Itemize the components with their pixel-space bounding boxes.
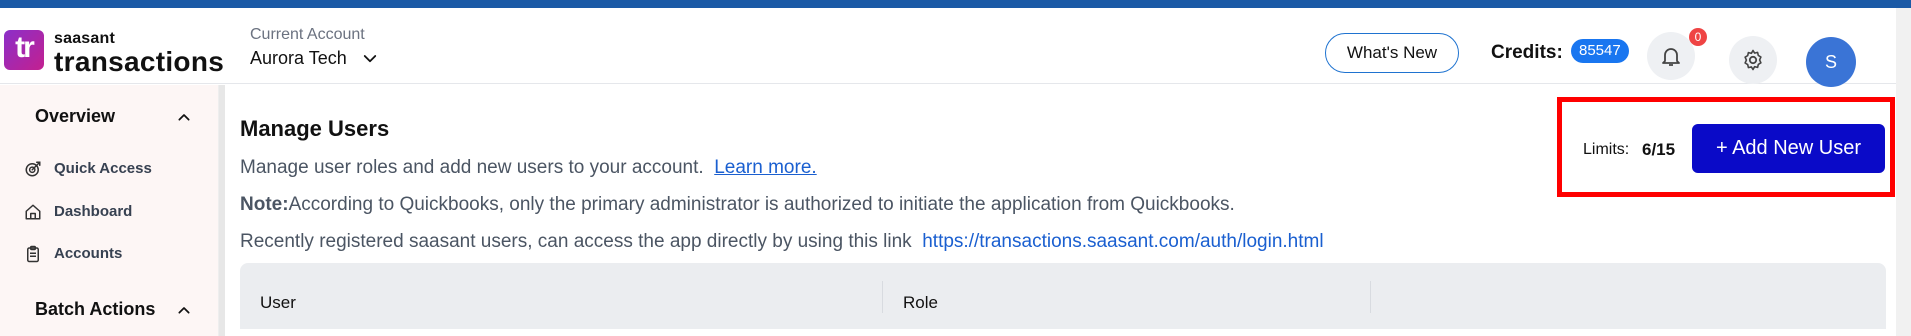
bell-icon <box>1662 48 1680 66</box>
column-header-role[interactable]: Role <box>903 293 938 313</box>
page-title: Manage Users <box>240 116 390 141</box>
page-scrollbar[interactable] <box>1896 8 1911 336</box>
table-body-start <box>240 329 1886 336</box>
sidebar-item-label: Accounts <box>54 245 123 262</box>
settings-button[interactable] <box>1729 36 1777 84</box>
recent-users-text: Recently registered saasant users, can a… <box>240 231 912 252</box>
note-text: According to Quickbooks, only the primar… <box>288 194 1235 215</box>
column-divider <box>882 281 883 313</box>
add-new-user-button[interactable]: + Add New User <box>1692 124 1885 173</box>
description-text: Manage user roles and add new users to y… <box>240 157 704 178</box>
logo-mark: tr <box>4 30 44 70</box>
sidebar-section-batch-actions[interactable]: Batch Actions <box>35 299 155 320</box>
recent-users-line: Recently registered saasant users, can a… <box>240 231 1324 253</box>
note-label: Note: <box>240 194 289 215</box>
column-divider <box>1370 281 1371 313</box>
learn-more-link[interactable]: Learn more. <box>714 157 816 178</box>
sidebar-scrollbar[interactable] <box>219 85 225 336</box>
credits-badge: 85547 <box>1571 39 1629 63</box>
notification-count-badge: 0 <box>1689 28 1707 46</box>
user-avatar[interactable]: S <box>1806 37 1856 87</box>
target-icon <box>25 161 41 177</box>
chevron-up-icon[interactable] <box>176 109 192 125</box>
home-icon <box>25 204 41 220</box>
description-line: Manage user roles and add new users to y… <box>240 157 817 179</box>
chevron-up-icon[interactable] <box>176 302 192 318</box>
users-table: User Role <box>240 263 1886 336</box>
credits-label: Credits: <box>1491 42 1563 63</box>
top-strip <box>0 0 1911 8</box>
account-selector[interactable]: Aurora Tech <box>250 48 347 69</box>
limits-value: 6/15 <box>1642 140 1676 159</box>
limits-label: Limits: <box>1583 141 1630 158</box>
clipboard-icon <box>27 245 39 263</box>
column-header-user[interactable]: User <box>260 293 296 313</box>
account-label: Current Account <box>250 26 365 43</box>
chevron-down-icon[interactable] <box>361 50 379 68</box>
sidebar-item-label: Dashboard <box>54 203 133 220</box>
gear-icon <box>1744 49 1762 71</box>
sidebar: Overview Quick Access Dashboard Accounts… <box>0 85 219 336</box>
notifications-button[interactable] <box>1647 32 1695 80</box>
sidebar-section-overview[interactable]: Overview <box>35 106 115 127</box>
note-line: Note:According to Quickbooks, only the p… <box>240 194 1235 216</box>
logo-product: transactions <box>54 46 225 77</box>
sidebar-item-label: Quick Access <box>54 160 152 177</box>
login-link[interactable]: https://transactions.saasant.com/auth/lo… <box>922 231 1323 252</box>
app-header: tr saasant transactions Current Account … <box>0 8 1896 87</box>
whats-new-button[interactable]: What's New <box>1325 33 1459 73</box>
